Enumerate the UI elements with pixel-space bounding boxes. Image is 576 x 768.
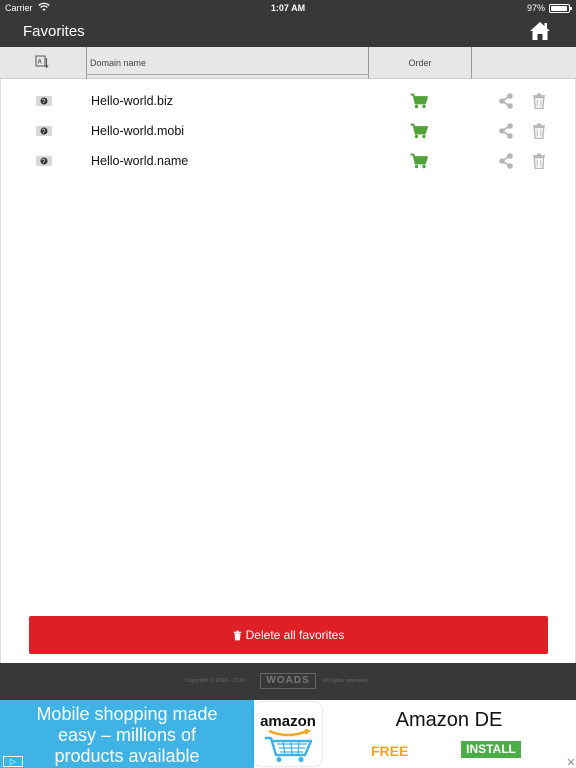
cart-icon[interactable] (410, 153, 428, 169)
domain-header-underline (86, 74, 368, 75)
rights-text: All rights reserved (323, 678, 368, 684)
column-divider (471, 47, 472, 79)
footer-logo: WOADS (260, 673, 316, 689)
battery-tip (570, 7, 572, 10)
globe-icon (36, 126, 52, 136)
ad-headline-line: products available (54, 746, 200, 766)
shopping-cart-logo-icon (265, 729, 313, 762)
trash-icon[interactable] (532, 93, 546, 109)
copyright-text: Copyright © 2010 - 2016 (185, 678, 246, 684)
svg-text:A: A (38, 60, 43, 66)
sort-alpha-icon[interactable]: A (35, 55, 49, 69)
domain-name[interactable]: Hello-world.name (91, 154, 188, 168)
ad-headline[interactable]: Mobile shopping made easy – millions of … (0, 700, 254, 768)
table-row: Hello-world.mobi (1, 116, 575, 146)
share-icon[interactable] (498, 153, 514, 169)
cart-icon[interactable] (410, 123, 428, 139)
ad-headline-line: easy – millions of (57, 725, 197, 745)
home-icon[interactable] (529, 21, 551, 41)
trash-icon (233, 630, 241, 640)
ad-headline-line: Mobile shopping made (36, 704, 218, 724)
amazon-app-logo[interactable]: amazon (254, 702, 322, 766)
footer: Copyright © 2010 - 2016 WOADS All rights… (0, 663, 576, 700)
nav-bar: Favorites (0, 16, 576, 47)
cart-icon[interactable] (410, 93, 428, 109)
amazon-logo-word: amazon (260, 713, 316, 730)
battery-icon (549, 4, 572, 13)
delete-all-favorites-button[interactable]: Delete all favorites (29, 616, 548, 654)
trash-icon[interactable] (532, 123, 546, 139)
share-icon[interactable] (498, 93, 514, 109)
table-row: Hello-world.name (1, 146, 575, 176)
clock: 1:07 AM (270, 3, 306, 13)
ad-close-icon[interactable] (567, 758, 575, 766)
trash-icon[interactable] (532, 153, 546, 169)
status-bar: Carrier 1:07 AM 97% (0, 0, 576, 16)
globe-icon (36, 96, 52, 106)
ad-banner[interactable]: Mobile shopping made easy – millions of … (0, 700, 576, 768)
table-header: A Domain name Order (0, 47, 576, 79)
delete-all-label: Delete all favorites (245, 628, 345, 642)
battery-fill (551, 6, 568, 11)
domain-column-header[interactable]: Domain name (90, 58, 146, 68)
ad-app-title[interactable]: Amazon DE (322, 709, 576, 732)
domain-name[interactable]: Hello-world.biz (91, 94, 173, 108)
ad-price: FREE (371, 743, 409, 759)
table-row: Hello-world.biz (1, 86, 575, 116)
order-column-header: Order (408, 58, 432, 68)
page-title: Favorites (23, 23, 85, 40)
globe-icon (36, 156, 52, 166)
domain-name[interactable]: Hello-world.mobi (91, 124, 184, 138)
adchoices-icon[interactable]: ▷ (3, 756, 23, 767)
favorites-list: Hello-world.biz Hello-world.mobi Hello-w… (0, 79, 576, 663)
share-icon[interactable] (498, 123, 514, 139)
ad-install-button[interactable]: INSTALL (461, 741, 521, 758)
battery-percent: 97% (526, 3, 545, 13)
